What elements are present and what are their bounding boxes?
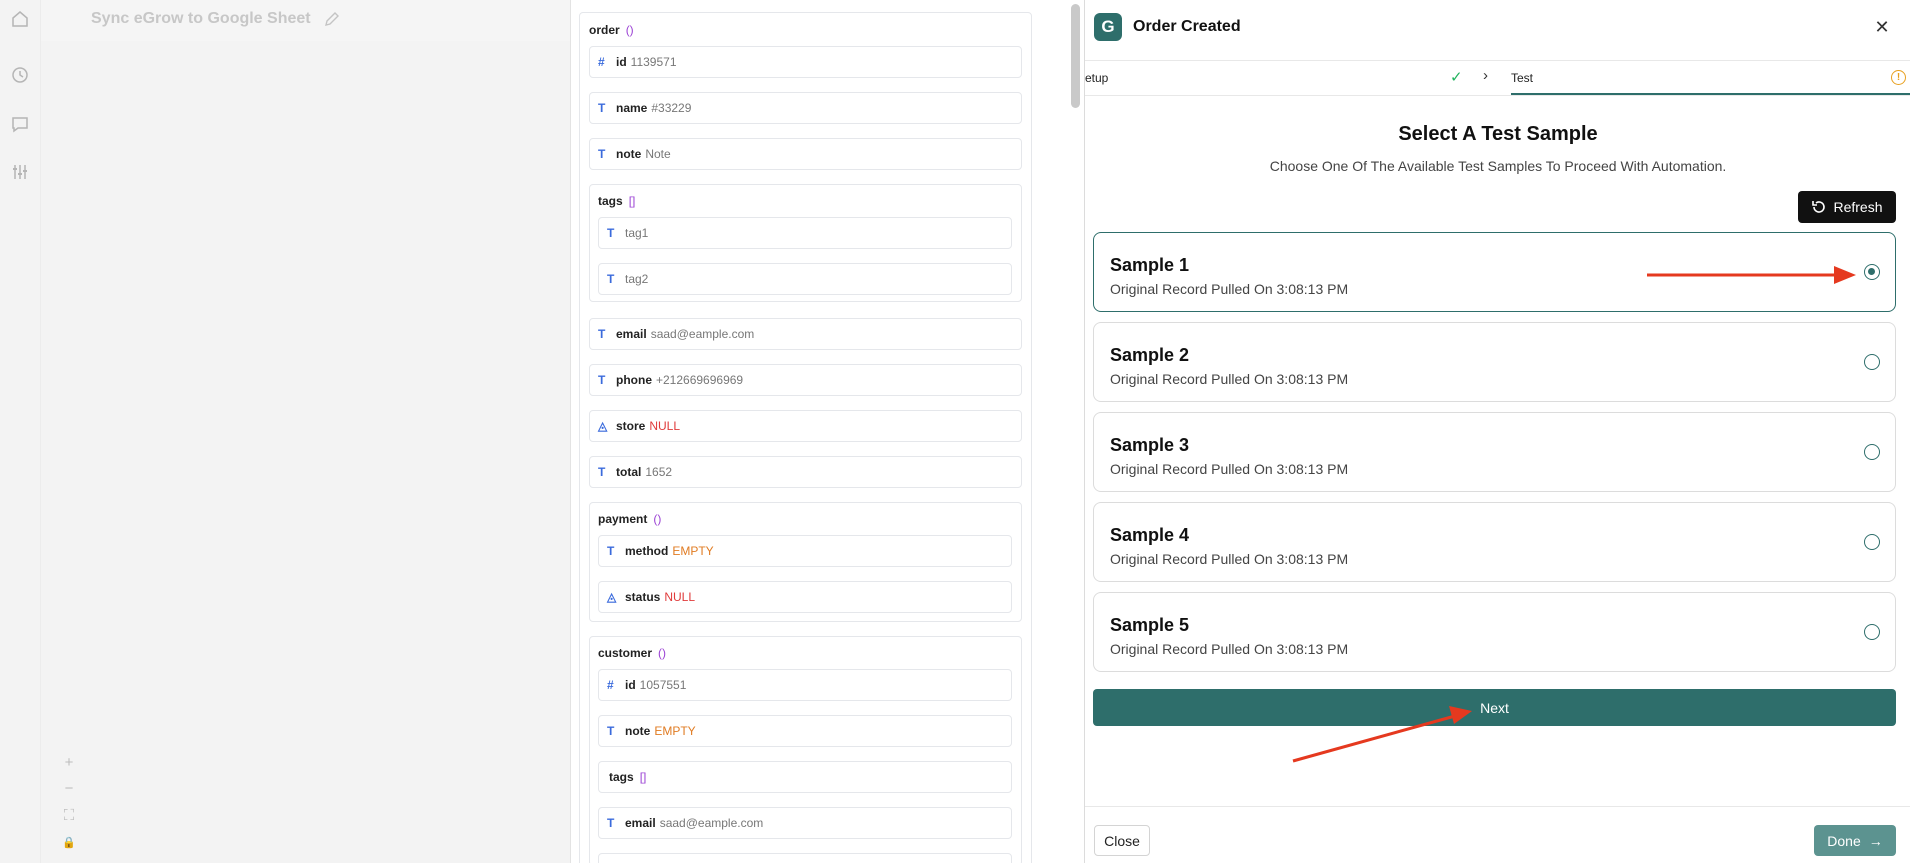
sample-desc: Original Record Pulled On 3:08:13 PM [1110,461,1349,477]
order-label: order() [589,23,634,37]
sample-name: Sample 1 [1110,255,1190,275]
field-store: ◬ store NULL [589,410,1022,442]
workflow-title[interactable]: Sync eGrow to Google Sheet [91,10,311,28]
close-icon[interactable]: ✕ [1871,16,1893,38]
active-tab-indicator [1511,93,1910,95]
data-panel-scrollbar[interactable] [1071,4,1080,108]
tab-test[interactable]: Test [1511,71,1533,85]
field-id: # id 1139571 [589,46,1022,78]
zoom-out-icon[interactable]: − [58,777,80,799]
section-heading: Select A Test Sample [1398,123,1598,145]
field-email: Temail saad@eample.com [589,318,1022,350]
arrow-right-icon: → [1868,832,1883,849]
home-icon[interactable] [10,9,30,29]
close-button[interactable]: Close [1094,825,1150,856]
history-icon[interactable] [10,65,30,85]
fit-view-icon[interactable]: ⛶ [58,804,80,826]
field-payment-status: ◬ status NULL [598,581,1012,613]
workflow-topbar: Sync eGrow to Google Sheet [41,0,571,40]
sample-desc: Original Record Pulled On 3:08:13 PM [1110,371,1349,387]
sample-card-4[interactable]: Sample 4 Original Record Pulled On 3:08:… [1093,502,1896,582]
field-name: Tname #33229 [589,92,1022,124]
section-subheading: Choose One Of The Available Test Samples… [1269,158,1727,174]
edit-pencil-icon[interactable] [323,10,341,28]
comment-icon[interactable] [10,114,30,134]
tag-item: Ttag2 [598,263,1012,295]
warning-icon: ! [1891,70,1906,85]
customer-tags-group: tags[] [598,761,1012,793]
done-button[interactable]: Done → [1814,825,1896,856]
sample-name: Sample 3 [1110,435,1190,455]
sample-radio[interactable] [1864,534,1880,550]
payment-label: payment() [598,512,662,526]
sliders-icon[interactable] [10,162,30,182]
lock-icon[interactable]: 🔒 [58,831,80,853]
tags-label: tags[] [598,194,636,208]
refresh-icon [1812,201,1826,213]
sample-card-5[interactable]: Sample 5 Original Record Pulled On 3:08:… [1093,592,1896,672]
sample-desc: Original Record Pulled On 3:08:13 PM [1110,281,1349,297]
sample-card-1[interactable]: Sample 1 Original Record Pulled On 3:08:… [1093,232,1896,312]
customer-label: customer() [598,646,667,660]
field-payment-method: Tmethod EMPTY [598,535,1012,567]
tab-setup[interactable]: etup [1085,71,1108,85]
field-customer-note: Tnote EMPTY [598,715,1012,747]
left-rail [0,0,41,863]
sample-card-3[interactable]: Sample 3 Original Record Pulled On 3:08:… [1093,412,1896,492]
sample-radio[interactable] [1864,264,1880,280]
sample-card-2[interactable]: Sample 2 Original Record Pulled On 3:08:… [1093,322,1896,402]
field-phone: Tphone +212669696969 [589,364,1022,396]
sample-radio[interactable] [1864,444,1880,460]
sample-name: Sample 4 [1110,525,1190,545]
field-cut [598,853,1012,863]
panel-title: Order Created [1133,18,1241,35]
test-sample-panel: G Order Created ✕ etup ✓ › Test ! Select… [1084,0,1910,863]
field-customer-email: Temail saad@eample.com [598,807,1012,839]
refresh-button[interactable]: Refresh [1798,191,1896,223]
workflow-canvas[interactable] [41,41,571,863]
field-customer-id: # id 1057551 [598,669,1012,701]
app-logo: G [1094,13,1122,41]
sample-radio[interactable] [1864,624,1880,640]
check-icon: ✓ [1450,69,1463,86]
sample-desc: Original Record Pulled On 3:08:13 PM [1110,551,1349,567]
step-tabs: etup ✓ › Test ! [1085,60,1910,96]
panel-footer: Close Done → [1085,806,1910,863]
next-button[interactable]: Next [1093,689,1896,726]
chevron-right-icon: › [1483,67,1488,84]
field-total: Ttotal 1652 [589,456,1022,488]
sample-name: Sample 5 [1110,615,1190,635]
zoom-in-icon[interactable]: + [58,751,80,773]
sample-name: Sample 2 [1110,345,1190,365]
tag-item: Ttag1 [598,217,1012,249]
sample-radio[interactable] [1864,354,1880,370]
field-note: Tnote Note [589,138,1022,170]
data-preview-panel: order() # id 1139571 Tname #33229 Tnote Note… [570,0,1084,863]
sample-desc: Original Record Pulled On 3:08:13 PM [1110,641,1349,657]
